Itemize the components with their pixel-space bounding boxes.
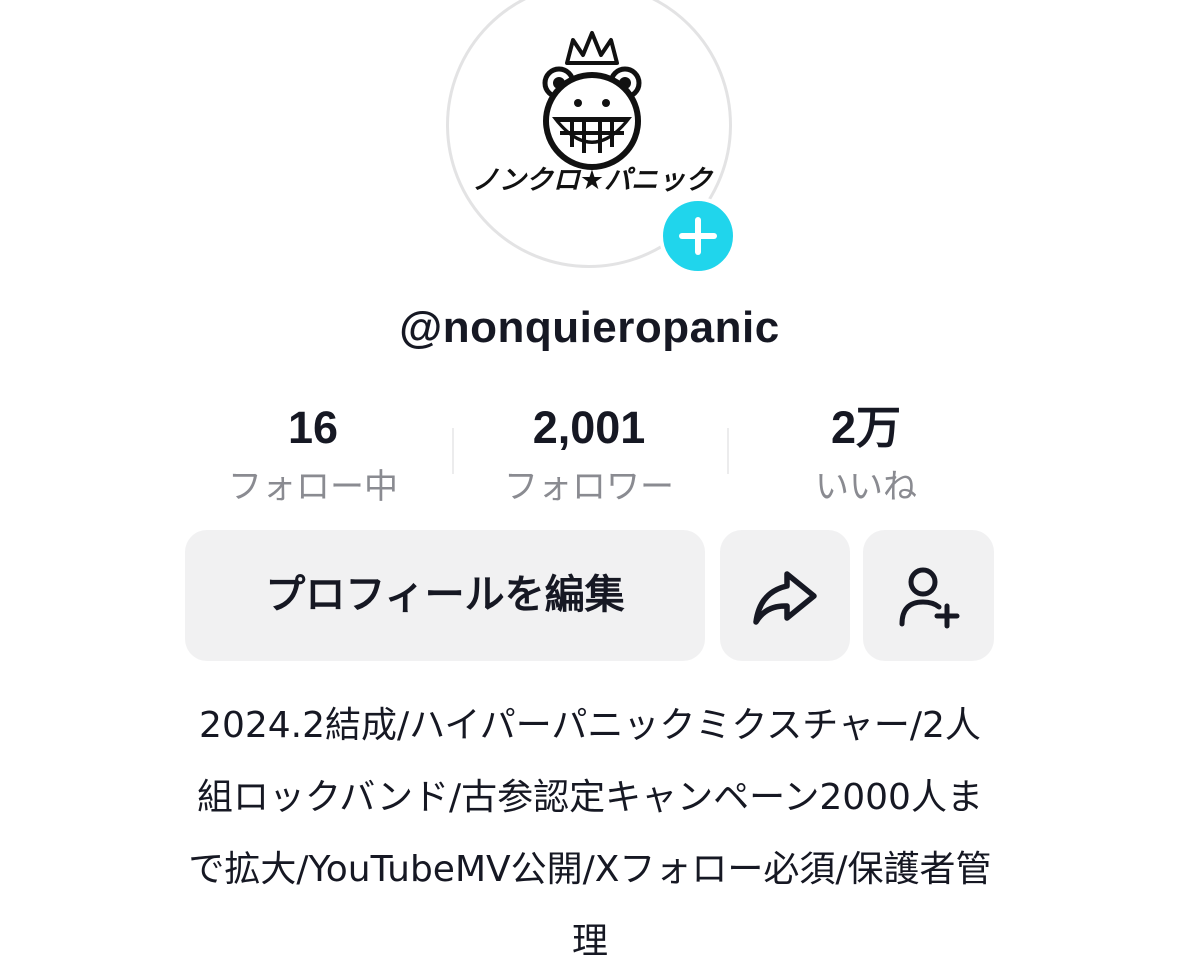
followers-label: フォロワー (504, 467, 674, 507)
add-avatar-button[interactable] (659, 197, 737, 275)
following-label: フォロー中 (228, 467, 398, 507)
stat-followers[interactable]: 2,001 フォロワー (459, 398, 719, 514)
stat-following[interactable]: 16 フォロー中 (183, 398, 443, 514)
share-profile-button[interactable] (720, 530, 850, 661)
stat-divider (452, 428, 454, 474)
add-user-icon (899, 567, 960, 629)
bio-line: で拡大/YouTubeMV公開/Xフォロー必須/保護者管 (188, 849, 992, 890)
plus-icon (679, 217, 717, 255)
bio-line: 理 (571, 921, 608, 962)
bio-line: 2024.2結成/ハイパーパニックミクスチャー/2人 (199, 705, 981, 746)
username: @nonquieropanic (399, 303, 780, 352)
bio-line: 組ロックバンド/古参認定キャンペーン2000人ま (197, 777, 983, 818)
following-count: 16 (287, 402, 339, 453)
profile-bio: 2024.2結成/ハイパーパニックミクスチャー/2人 組ロックバンド/古参認定キ… (120, 690, 1060, 978)
stat-likes[interactable]: 2万 いいね (736, 398, 996, 514)
add-friend-button[interactable] (863, 530, 994, 661)
followers-count: 2,001 (532, 402, 646, 453)
svg-text:ノンクロ★パニック: ノンクロ★パニック (472, 165, 714, 196)
stat-divider (727, 428, 729, 474)
share-arrow-icon (753, 571, 817, 625)
likes-count: 2万 (830, 402, 902, 453)
likes-label: いいね (815, 467, 917, 507)
profile-page: ノンクロ★パニック @nonquieropanic 16 フォロー中 2,001… (0, 0, 1179, 980)
edit-profile-button[interactable]: プロフィールを編集 (185, 530, 705, 661)
